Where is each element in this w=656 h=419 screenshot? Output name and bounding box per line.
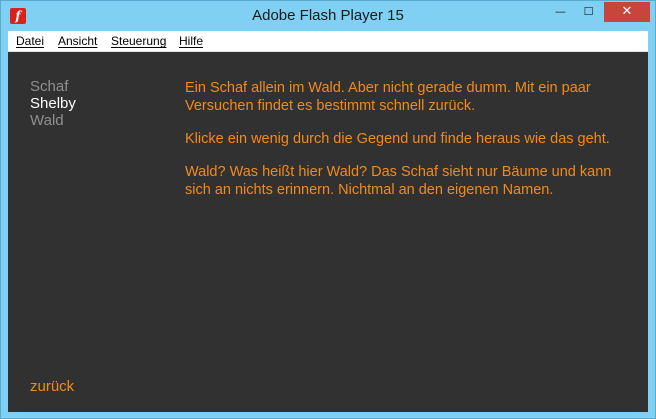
back-link[interactable]: zurück [30, 378, 74, 395]
menu-bar: Datei Ansicht Steuerung Hilfe [8, 31, 648, 52]
nav-item-schaf[interactable]: Schaf [30, 78, 68, 95]
close-button[interactable]: ✕ [604, 2, 650, 22]
maximize-button[interactable]: ☐ [575, 2, 602, 22]
nav-item-wald[interactable]: Wald [30, 112, 64, 129]
menu-ansicht[interactable]: Ansicht [58, 31, 97, 51]
minimize-button[interactable]: — [547, 2, 574, 22]
story-paragraph: Wald? Was heißt hier Wald? Das Schaf sie… [185, 164, 612, 198]
story-paragraph: Ein Schaf allein im Wald. Aber nicht ger… [185, 80, 591, 114]
menu-steuerung[interactable]: Steuerung [111, 31, 166, 51]
menu-hilfe[interactable]: Hilfe [179, 31, 203, 51]
title-bar[interactable]: f Adobe Flash Player 15 — ☐ ✕ [1, 1, 655, 31]
flash-player-window: f Adobe Flash Player 15 — ☐ ✕ Datei Ansi… [0, 0, 656, 419]
story-paragraph: Klicke ein wenig durch die Gegend und fi… [185, 131, 610, 147]
nav-item-shelby[interactable]: Shelby [30, 95, 76, 112]
flash-content-area: Schaf Shelby Wald Ein Schaf allein im Wa… [8, 52, 648, 412]
story-text: Ein Schaf allein im Wald. Aber nicht ger… [185, 79, 625, 214]
menu-datei[interactable]: Datei [16, 31, 44, 51]
